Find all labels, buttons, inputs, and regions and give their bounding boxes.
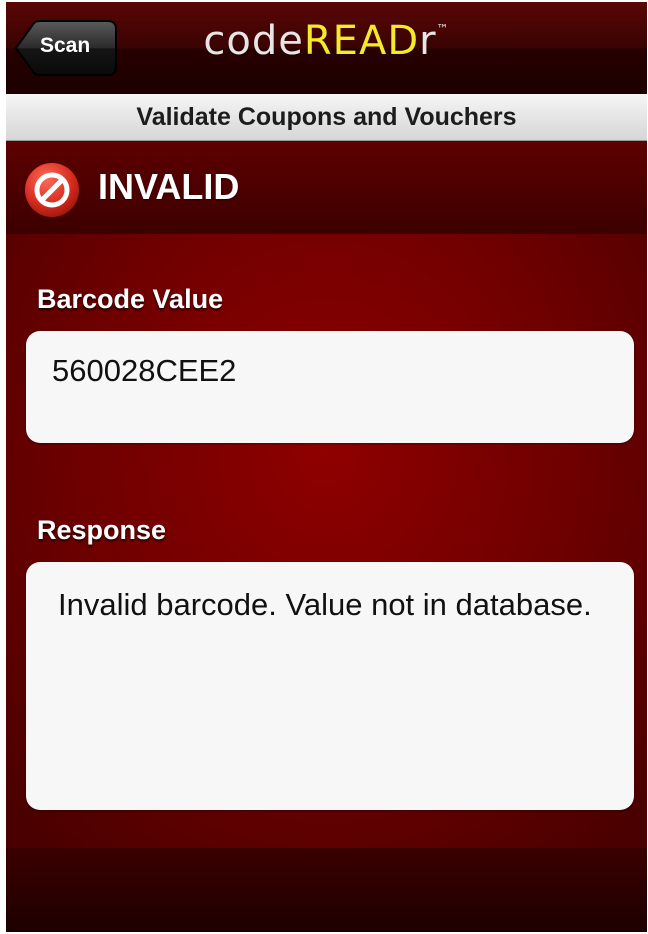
logo-trademark: ™ <box>436 22 450 36</box>
status-text: INVALID <box>98 166 240 207</box>
app-logo: codeREADr™ <box>6 18 647 64</box>
response-label: Response <box>37 515 167 545</box>
app-screen: Scan codeREADr™ Validate Coupons and Vou… <box>6 2 647 932</box>
logo-text-code: code <box>203 18 304 64</box>
bottom-toolbar <box>6 848 647 932</box>
navigation-bar: Scan codeREADr™ <box>6 2 647 94</box>
response-field[interactable]: Invalid barcode. Value not in database. <box>26 562 634 810</box>
response-text: Invalid barcode. Value not in database. <box>58 587 592 622</box>
barcode-value-text: 560028CEE2 <box>52 353 237 388</box>
barcode-value-field[interactable]: 560028CEE2 <box>26 331 634 443</box>
barcode-value-label: Barcode Value <box>37 284 224 314</box>
logo-text-read: READ <box>303 18 420 64</box>
prohibited-icon <box>24 162 80 218</box>
page-subtitle: Validate Coupons and Vouchers <box>6 94 647 141</box>
logo-text-r: r <box>419 18 437 64</box>
